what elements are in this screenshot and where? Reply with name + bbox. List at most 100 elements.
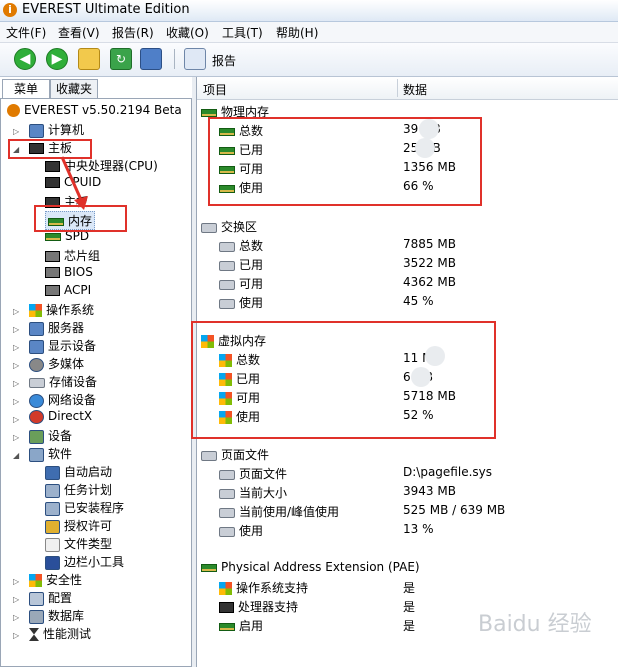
- tree-root[interactable]: EVEREST v5.50.2194 Beta: [7, 103, 182, 117]
- expand-arrow-icon[interactable]: ▷: [13, 595, 19, 604]
- report-label[interactable]: 报告: [212, 52, 236, 69]
- tree-item-server[interactable]: 服务器: [29, 319, 84, 336]
- tree-item-scheduled-tasks[interactable]: 任务计划: [45, 481, 112, 498]
- data-value: 3943 MB: [403, 484, 456, 498]
- tree-item-computer[interactable]: 计算机: [29, 121, 84, 138]
- disk-icon: [219, 260, 235, 271]
- cpu-icon: [45, 161, 60, 172]
- expand-arrow-icon[interactable]: ▷: [13, 433, 19, 442]
- tab-menu[interactable]: 菜单: [2, 79, 50, 99]
- tree-item-software[interactable]: 软件: [29, 445, 72, 462]
- report-button[interactable]: [184, 48, 206, 70]
- tree-item-licenses[interactable]: 授权许可: [45, 517, 112, 534]
- users-button[interactable]: [140, 48, 162, 70]
- tree-item-file-types[interactable]: 文件类型: [45, 535, 112, 552]
- disk-icon: [219, 298, 235, 309]
- data-row[interactable]: 启用: [219, 617, 263, 634]
- tree-item-autostart[interactable]: 自动启动: [45, 463, 112, 480]
- memory-icon: [219, 622, 235, 631]
- refresh-button[interactable]: ↻: [110, 48, 132, 70]
- tree-item-network[interactable]: 网络设备: [29, 391, 96, 408]
- data-row[interactable]: 总数: [219, 237, 263, 254]
- menu-view[interactable]: 查看(V): [58, 24, 100, 41]
- expand-arrow-icon[interactable]: ▷: [13, 613, 19, 622]
- up-folder-button[interactable]: [78, 48, 100, 70]
- file-icon: [45, 537, 60, 552]
- tree-item-gadgets[interactable]: 边栏小工具: [45, 553, 124, 570]
- tree-item-database[interactable]: 数据库: [29, 607, 84, 624]
- windows-icon: [219, 582, 232, 595]
- back-button[interactable]: ◀: [14, 48, 36, 70]
- tree-item-cpuid[interactable]: CPUID: [45, 175, 101, 189]
- data-row[interactable]: 使用: [219, 522, 263, 539]
- tree-item-display[interactable]: 显示设备: [29, 337, 96, 354]
- data-row[interactable]: 操作系统支持: [219, 579, 308, 596]
- tree-item-chipset[interactable]: 芯片组: [45, 247, 100, 264]
- menu-tools[interactable]: 工具(T): [222, 24, 263, 41]
- app-info-icon: i: [3, 3, 17, 17]
- menu-favorites[interactable]: 收藏(O): [166, 24, 209, 41]
- column-data[interactable]: 数据: [403, 81, 427, 98]
- navigation-tree: EVEREST v5.50.2194 Beta ▷ 计算机 ◢ 主板 中央处理器…: [0, 98, 192, 667]
- data-value: 7885 MB: [403, 237, 456, 251]
- expand-arrow-icon[interactable]: ▷: [13, 127, 19, 136]
- data-row[interactable]: 当前大小: [219, 484, 287, 501]
- data-row[interactable]: 可用: [219, 275, 263, 292]
- display-icon: [29, 339, 44, 354]
- menu-report[interactable]: 报告(R): [112, 24, 154, 41]
- hourglass-icon: [29, 628, 39, 641]
- tree-item-installed-programs[interactable]: 已安装程序: [45, 499, 124, 516]
- data-value: 4362 MB: [403, 275, 456, 289]
- highlight-box-motherboard: [8, 139, 92, 159]
- menu-help[interactable]: 帮助(H): [276, 24, 318, 41]
- collapse-arrow-icon[interactable]: ◢: [13, 451, 19, 460]
- tree-item-storage[interactable]: 存储设备: [29, 373, 97, 390]
- arrow-right-icon: ▶: [51, 51, 63, 67]
- autostart-icon: [45, 465, 60, 480]
- chipset-icon: [45, 251, 60, 262]
- tree-item-acpi[interactable]: ACPI: [45, 283, 91, 297]
- section-pae: Physical Address Extension (PAE): [201, 560, 420, 574]
- windows-icon: [29, 304, 42, 317]
- expand-arrow-icon[interactable]: ▷: [13, 361, 19, 370]
- menu-file[interactable]: 文件(F): [6, 24, 46, 41]
- expand-arrow-icon[interactable]: ▷: [13, 343, 19, 352]
- directx-icon: [29, 409, 44, 424]
- data-row[interactable]: 已用: [219, 256, 263, 273]
- expand-arrow-icon[interactable]: ▷: [13, 379, 19, 388]
- expand-arrow-icon[interactable]: ▷: [13, 307, 19, 316]
- tree-item-security[interactable]: 安全性: [29, 571, 82, 588]
- tree-item-benchmark[interactable]: 性能测试: [29, 625, 91, 642]
- data-row[interactable]: 使用: [219, 294, 263, 311]
- expand-arrow-icon[interactable]: ▷: [13, 631, 19, 640]
- disk-icon: [219, 469, 235, 480]
- tree-item-cpu[interactable]: 中央处理器(CPU): [45, 157, 158, 174]
- tree-item-config[interactable]: 配置: [29, 589, 72, 606]
- tree-item-devices[interactable]: 设备: [29, 427, 72, 444]
- tree-item-bios[interactable]: BIOS: [45, 265, 93, 279]
- section-swap: 交换区: [201, 218, 257, 235]
- data-row[interactable]: 页面文件: [219, 465, 287, 482]
- expand-arrow-icon[interactable]: ▷: [13, 415, 19, 424]
- database-icon: [29, 609, 44, 624]
- tree-item-os[interactable]: 操作系统: [29, 301, 94, 318]
- tab-favorites[interactable]: 收藏夹: [50, 79, 98, 99]
- column-item[interactable]: 项目: [203, 81, 227, 98]
- disk-icon: [219, 488, 235, 499]
- column-divider[interactable]: [397, 79, 398, 97]
- cpuid-icon: [45, 177, 60, 188]
- toolbar: ◀ ▶ ↻ 报告: [0, 43, 618, 77]
- forward-button[interactable]: ▶: [46, 48, 68, 70]
- bios-icon: [45, 267, 60, 278]
- expand-arrow-icon[interactable]: ▷: [13, 577, 19, 586]
- tree-item-directx[interactable]: DirectX: [29, 409, 92, 424]
- computer-icon: [29, 123, 44, 138]
- watermark: Baidu 经验: [478, 612, 592, 637]
- tree-item-multimedia[interactable]: 多媒体: [29, 355, 84, 372]
- expand-arrow-icon[interactable]: ▷: [13, 397, 19, 406]
- disk-icon: [201, 450, 217, 461]
- expand-arrow-icon[interactable]: ▷: [13, 325, 19, 334]
- data-row[interactable]: 当前使用/峰值使用: [219, 503, 339, 520]
- tasks-icon: [45, 483, 60, 498]
- data-row[interactable]: 处理器支持: [219, 598, 298, 615]
